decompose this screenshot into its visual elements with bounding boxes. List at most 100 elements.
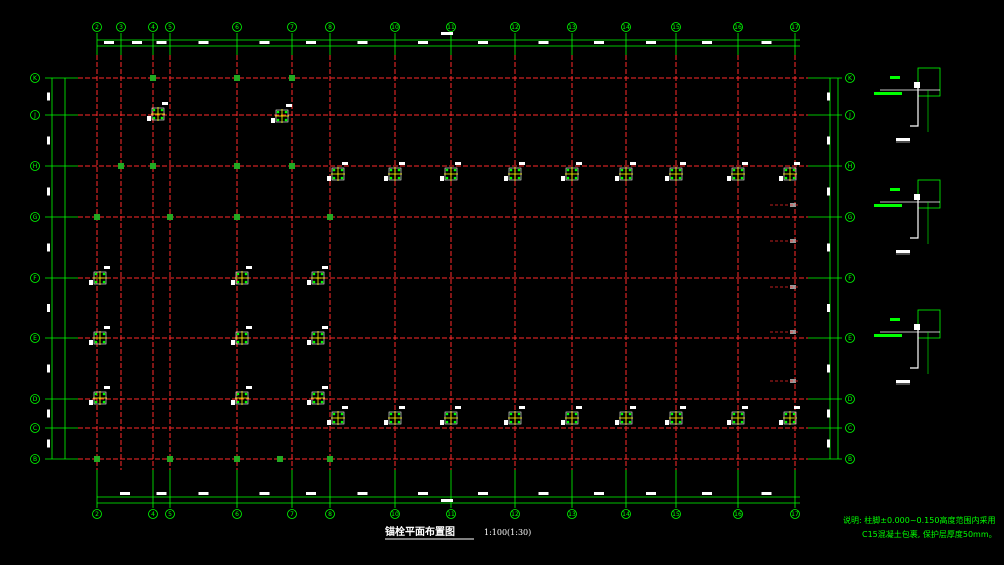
bolt-tag bbox=[231, 340, 235, 345]
anchor-bolt bbox=[792, 412, 796, 416]
dimension-text-left bbox=[47, 304, 50, 312]
axis-label-bottom: 7 bbox=[290, 511, 294, 518]
anchor-bolt bbox=[509, 412, 513, 416]
column-marker bbox=[327, 214, 333, 220]
section-detail bbox=[874, 179, 941, 255]
anchor-bolt-plan-drawing: 2 3 4 5 6 7 8 10 11 12 13 14 15 16 17 2 4 5 6 7 8 10 11 12 13 14 1… bbox=[30, 22, 997, 540]
bolt-tag bbox=[384, 176, 388, 181]
anchor-bolt bbox=[332, 420, 336, 424]
bolt-label bbox=[286, 104, 292, 107]
dimension-text-right bbox=[827, 136, 830, 145]
anchor-bolt bbox=[566, 420, 570, 424]
column-marker bbox=[94, 456, 100, 462]
axis-label-right: F bbox=[848, 275, 852, 282]
axis-label-right: B bbox=[848, 456, 852, 463]
anchor-bolt bbox=[102, 332, 106, 336]
bolt-label bbox=[246, 386, 252, 389]
axis-label-top: 3 bbox=[119, 24, 123, 31]
detail-bolt bbox=[914, 82, 920, 88]
axis-label-left: H bbox=[33, 163, 38, 170]
anchor-bolt bbox=[566, 176, 570, 180]
bolt-tag bbox=[615, 420, 619, 425]
bolt-label bbox=[794, 406, 800, 409]
detail-box bbox=[917, 67, 941, 97]
anchor-bolt bbox=[152, 108, 156, 112]
anchor-bolt bbox=[244, 272, 248, 276]
dimension-text-bottom bbox=[761, 492, 772, 495]
bolt-tag bbox=[779, 420, 783, 425]
anchor-bolt-group bbox=[89, 266, 110, 285]
anchor-bolt bbox=[574, 168, 578, 172]
anchor-bolt bbox=[389, 168, 393, 172]
dimension-text-bottom bbox=[198, 492, 209, 495]
detail-name bbox=[896, 250, 910, 253]
column-marker bbox=[167, 214, 173, 220]
anchor-bolt bbox=[236, 280, 240, 284]
anchor-bolt bbox=[312, 272, 316, 276]
detail-anchor-hook bbox=[910, 200, 919, 239]
dimension-text-bottom bbox=[702, 492, 712, 495]
axis-label-top: 5 bbox=[168, 24, 172, 31]
axis-bubbles: 2 3 4 5 6 7 8 10 11 12 13 14 15 16 17 2 4 5 6 7 8 10 11 12 13 14 1… bbox=[30, 22, 855, 519]
anchor-bolt bbox=[517, 168, 521, 172]
bolt-label bbox=[742, 162, 748, 165]
dimension-text-left bbox=[47, 187, 50, 196]
axis-label-top: 6 bbox=[235, 24, 239, 31]
axis-label-right: G bbox=[848, 214, 853, 221]
note-line-2: C15混凝土包裹, 保护层厚度50mm。 bbox=[862, 529, 997, 539]
dimension-text-right bbox=[827, 243, 830, 252]
axis-label-right: D bbox=[848, 396, 853, 403]
anchor-bolt bbox=[678, 420, 682, 424]
axis-label-right: E bbox=[848, 335, 852, 342]
anchor-bolt bbox=[244, 340, 248, 344]
anchor-bolt bbox=[312, 332, 316, 336]
anchor-bolt bbox=[566, 168, 570, 172]
bolt-tag bbox=[89, 280, 93, 285]
anchor-bolt bbox=[445, 168, 449, 172]
detail-label bbox=[890, 76, 900, 79]
drawing-title: 锚栓平面布置图 bbox=[385, 525, 455, 538]
anchor-bolt bbox=[574, 420, 578, 424]
bolt-label bbox=[342, 406, 348, 409]
axis-label-left: C bbox=[33, 425, 37, 432]
anchor-bolt bbox=[320, 340, 324, 344]
anchor-bolt bbox=[628, 176, 632, 180]
anchor-bolt bbox=[620, 176, 624, 180]
anchor-bolt bbox=[320, 332, 324, 336]
bolt-label bbox=[104, 386, 110, 389]
anchor-bolt bbox=[678, 176, 682, 180]
axis-label-left: G bbox=[33, 214, 38, 221]
bolt-label bbox=[162, 102, 168, 105]
detail-bolt bbox=[914, 324, 920, 330]
axis-label-right: J bbox=[848, 112, 851, 119]
anchor-bolt bbox=[517, 412, 521, 416]
dimension-text-top bbox=[104, 41, 114, 44]
anchor-bolt bbox=[792, 420, 796, 424]
anchor-bolt bbox=[620, 168, 624, 172]
anchor-bolt bbox=[574, 176, 578, 180]
dimension-text-bottom bbox=[538, 492, 549, 495]
anchor-bolt bbox=[445, 420, 449, 424]
bolt-label bbox=[246, 266, 252, 269]
anchor-bolt bbox=[566, 412, 570, 416]
column-marker bbox=[289, 75, 295, 81]
bolt-tag bbox=[89, 400, 93, 405]
anchor-bolt bbox=[160, 108, 164, 112]
anchor-bolt bbox=[244, 280, 248, 284]
axis-label-top: 15 bbox=[672, 24, 680, 31]
detail-label bbox=[890, 318, 900, 321]
axis-label-left: B bbox=[33, 456, 37, 463]
anchor-bolt bbox=[94, 400, 98, 404]
column-marker bbox=[234, 163, 240, 169]
anchor-bolt bbox=[784, 168, 788, 172]
axis-label-left: F bbox=[33, 275, 37, 282]
anchor-bolt bbox=[284, 118, 288, 122]
anchor-bolt bbox=[332, 168, 336, 172]
detail-spec bbox=[874, 334, 902, 337]
detail-label bbox=[890, 188, 900, 191]
bolt-tag bbox=[561, 420, 565, 425]
bolt-tag bbox=[665, 176, 669, 181]
bolt-tag bbox=[440, 176, 444, 181]
anchor-bolt bbox=[94, 340, 98, 344]
bolt-tag bbox=[307, 280, 311, 285]
